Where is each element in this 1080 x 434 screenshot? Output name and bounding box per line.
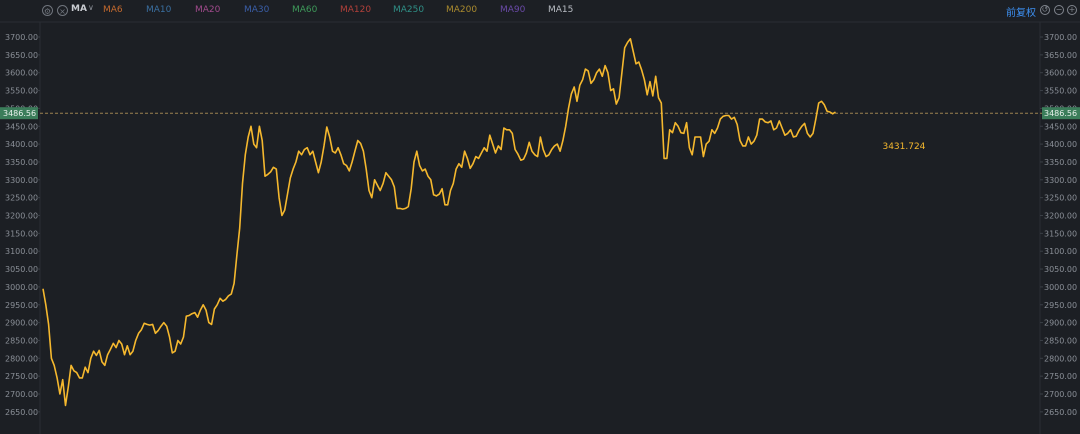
y-tick-label-left: 3650.00 (5, 51, 38, 60)
reference-label-right: 3486.56 (1044, 109, 1077, 118)
y-tick-label-left: 2650.00 (5, 408, 38, 417)
y-tick-label-right: 2700.00 (1044, 390, 1077, 399)
y-tick-label-left: 2750.00 (5, 372, 38, 381)
y-tick-label-left: 3000.00 (5, 283, 38, 292)
y-tick-label-right: 2750.00 (1044, 372, 1077, 381)
y-tick-label-right: 3400.00 (1044, 140, 1077, 149)
y-tick-label-left: 2850.00 (5, 336, 38, 345)
y-tick-label-left: 3600.00 (5, 69, 38, 78)
y-tick-label-right: 2800.00 (1044, 354, 1077, 363)
y-tick-label-right: 3000.00 (1044, 283, 1077, 292)
y-tick-label-left: 3100.00 (5, 247, 38, 256)
y-tick-label-right: 3650.00 (1044, 51, 1077, 60)
y-tick-label-left: 3050.00 (5, 265, 38, 274)
y-tick-label-left: 3150.00 (5, 229, 38, 238)
y-tick-label-left: 2950.00 (5, 301, 38, 310)
reference-label-left: 3486.56 (3, 109, 36, 118)
y-tick-label-right: 3600.00 (1044, 69, 1077, 78)
y-tick-label-right: 2900.00 (1044, 319, 1077, 328)
y-tick-label-left: 3350.00 (5, 158, 38, 167)
y-tick-label-right: 3700.00 (1044, 33, 1077, 42)
y-tick-label-left: 3550.00 (5, 87, 38, 96)
y-tick-label-left: 2900.00 (5, 319, 38, 328)
y-tick-label-right: 3200.00 (1044, 212, 1077, 221)
y-tick-label-right: 2650.00 (1044, 408, 1077, 417)
y-tick-label-right: 3300.00 (1044, 176, 1077, 185)
y-tick-label-left: 3200.00 (5, 212, 38, 221)
y-tick-label-right: 3100.00 (1044, 247, 1077, 256)
line-chart: 3700.00 3700.00 3650.00 3650.00 3600.00 3600.… (0, 21, 1080, 434)
y-tick-label-left: 2700.00 (5, 390, 38, 399)
y-tick-label-right: 3350.00 (1044, 158, 1077, 167)
y-tick-label-right: 2950.00 (1044, 301, 1077, 310)
y-tick-label-right: 3450.00 (1044, 122, 1077, 131)
y-tick-label-left: 3250.00 (5, 194, 38, 203)
y-tick-label-left: 3300.00 (5, 176, 38, 185)
y-tick-label-left: 2800.00 (5, 354, 38, 363)
price-annotation: 3431.724 (882, 142, 925, 152)
y-tick-label-left: 3400.00 (5, 140, 38, 149)
y-tick-label-right: 2850.00 (1044, 336, 1077, 345)
price-series-line (42, 38, 836, 407)
y-tick-label-right: 3250.00 (1044, 194, 1077, 203)
y-tick-label-left: 3700.00 (5, 33, 38, 42)
y-tick-label-left: 3450.00 (5, 122, 38, 131)
y-tick-label-right: 3150.00 (1044, 229, 1077, 238)
y-tick-label-right: 3050.00 (1044, 265, 1077, 274)
y-tick-label-right: 3550.00 (1044, 87, 1077, 96)
